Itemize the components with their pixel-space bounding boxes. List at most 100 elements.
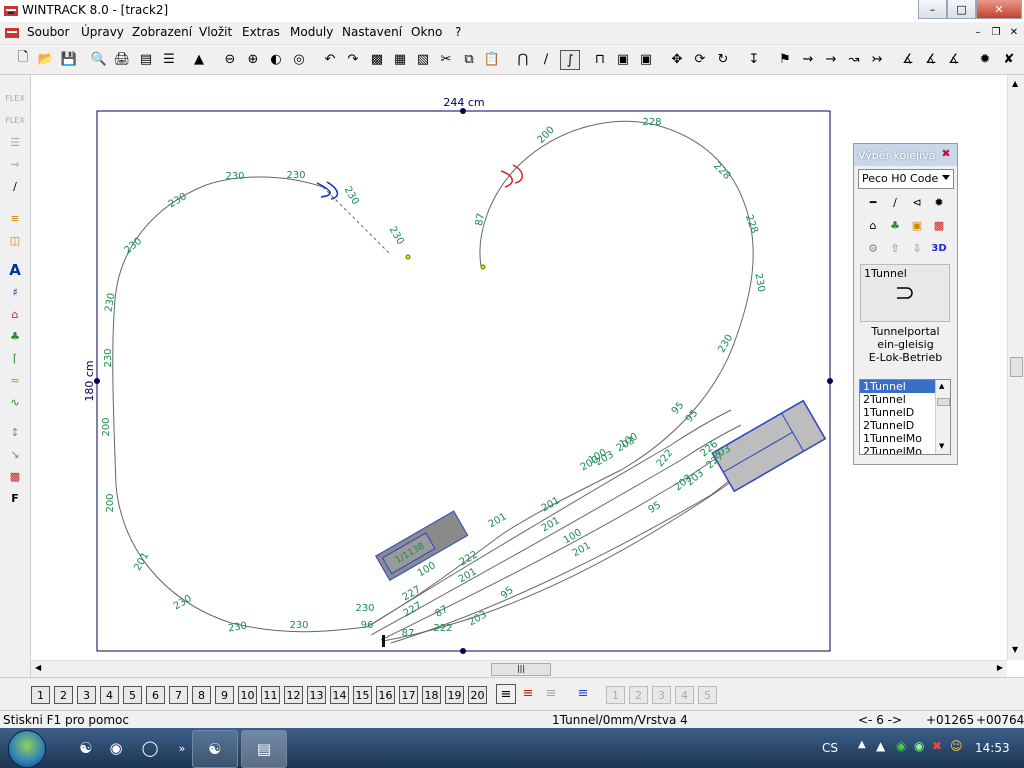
tunnel-portal-left[interactable] [316, 181, 339, 200]
platform-icon[interactable]: ▩ [930, 217, 948, 233]
layer-17-button[interactable]: 17 [399, 686, 418, 704]
group-icon[interactable]: ▦ [391, 50, 409, 68]
scroll-up-arrow[interactable]: ▲ [1012, 79, 1018, 88]
open-icon[interactable]: 📂 [37, 50, 55, 68]
show-more-icon[interactable]: » [170, 736, 194, 760]
layer-13-button[interactable]: 13 [307, 686, 326, 704]
catenary-icon[interactable]: ⚙ [864, 240, 882, 256]
menu-nastaveni[interactable]: Nastavení [342, 25, 402, 39]
layer-6-button[interactable]: 6 [146, 686, 165, 704]
list-scroll-thumb[interactable] [937, 398, 950, 406]
layer-9-button[interactable]: 9 [215, 686, 234, 704]
mdi-restore-button[interactable]: ❐ [988, 24, 1004, 40]
track-tool-b-icon[interactable]: → [822, 50, 840, 68]
crosshair-icon[interactable]: ✹ [976, 50, 994, 68]
document-icon[interactable] [4, 25, 20, 41]
track-end-point-right[interactable] [480, 264, 486, 270]
layer-move-icon[interactable]: ▣ [614, 50, 632, 68]
internet-explorer-icon[interactable]: ☯ [74, 736, 98, 760]
language-indicator[interactable]: CS [822, 741, 838, 755]
tray-alert-icon[interactable]: ✖ [932, 739, 942, 753]
turntable-icon[interactable]: ✹ [930, 194, 948, 210]
undo-icon[interactable]: ↶ [321, 50, 339, 68]
layer-5-button[interactable]: 5 [123, 686, 142, 704]
view-4-button[interactable]: 4 [675, 686, 694, 704]
paste-icon[interactable]: 📋 [483, 50, 501, 68]
track-draw-tool-icon[interactable]: ∕ [5, 177, 25, 195]
save-icon[interactable]: 💾 [60, 50, 78, 68]
layer-8-button[interactable]: 8 [192, 686, 211, 704]
layer-19-button[interactable]: 19 [445, 686, 464, 704]
eraser-icon[interactable]: ✘ [1000, 50, 1018, 68]
fence-tool-icon[interactable]: ⌈ [5, 349, 25, 367]
taskbar-wintrack-window[interactable]: ▤ [241, 730, 287, 768]
tray-smiley-icon[interactable]: ☺ [950, 739, 963, 753]
layer-18-button[interactable]: 18 [422, 686, 441, 704]
layer-4-button[interactable]: 4 [100, 686, 119, 704]
view-3-button[interactable]: 3 [652, 686, 671, 704]
curve-track-icon[interactable]: ∕ [886, 194, 904, 210]
rotate-180-icon[interactable]: ↻ [714, 50, 732, 68]
layer-3-button[interactable]: 3 [77, 686, 96, 704]
menu-vlozit[interactable]: Vložit [199, 25, 232, 39]
menu-okno[interactable]: Okno [411, 25, 442, 39]
menu-zobrazeni[interactable]: Zobrazení [132, 25, 192, 39]
layer-15-button[interactable]: 15 [353, 686, 372, 704]
menu-help[interactable]: ? [455, 25, 461, 39]
layer-20-button[interactable]: 20 [468, 686, 487, 704]
rail-tool-icon[interactable]: ☰ [5, 133, 25, 151]
rotate-icon[interactable]: ⟳ [691, 50, 709, 68]
station-building[interactable] [711, 399, 827, 493]
track-end-point-left[interactable] [405, 254, 411, 260]
menu-upravy[interactable]: Úpravy [81, 25, 124, 39]
layer-16-button[interactable]: 16 [376, 686, 395, 704]
layers-red-icon[interactable]: ≡ [519, 684, 537, 702]
track-item-list[interactable]: 1Tunnel 2Tunnel 1TunnelD 2TunnelD 1Tunne… [859, 379, 951, 455]
tree-tool-icon[interactable]: ♣ [5, 327, 25, 345]
bridge-icon[interactable]: ⊓ [591, 50, 609, 68]
track-tool-d-icon[interactable]: ↣ [868, 50, 886, 68]
straight-track-icon[interactable]: ━ [864, 194, 882, 210]
layers-stack-icon[interactable]: ≡ [574, 684, 592, 702]
horizontal-scroll-thumb[interactable]: ||| [491, 663, 551, 676]
house-tool-icon[interactable]: ⌂ [5, 305, 25, 323]
scroll-right-arrow[interactable]: ▶ [997, 663, 1003, 672]
export-icon[interactable]: ⇩ [908, 240, 926, 256]
flex-track-tool-icon[interactable]: FLEX [5, 89, 25, 107]
station-icon[interactable]: ▣ [908, 217, 926, 233]
building-icon[interactable]: ⌂ [864, 217, 882, 233]
layer-7-button[interactable]: 7 [169, 686, 188, 704]
turnout-tool-icon[interactable]: ⇝ [5, 155, 25, 173]
panel-close-icon[interactable]: ✖ [940, 148, 952, 160]
height-icon[interactable]: ↧ [745, 50, 763, 68]
redo-icon[interactable]: ↷ [344, 50, 362, 68]
taskbar-ie-window[interactable]: ☯ [192, 730, 238, 768]
vertical-scrollbar[interactable]: ▲ ▼ [1007, 75, 1024, 660]
layer-10-button[interactable]: 10 [238, 686, 257, 704]
maximize-button[interactable]: □ [947, 0, 976, 19]
layers-hidden-icon[interactable]: ≡ [542, 684, 560, 702]
slope-tool-icon[interactable]: ↘ [5, 445, 25, 463]
layer-2-button[interactable]: 2 [54, 686, 73, 704]
clock[interactable]: 14:53 [975, 741, 1010, 755]
measure-c-icon[interactable]: ∡ [945, 50, 963, 68]
track-split-icon[interactable]: ⋂ [514, 50, 532, 68]
close-button[interactable]: ✕ [976, 0, 1022, 19]
layer-copy-icon[interactable]: ▣ [637, 50, 655, 68]
print-preview-icon[interactable]: 🔍 [90, 50, 108, 68]
opera-icon[interactable]: ◯ [138, 736, 162, 760]
move-icon[interactable]: ✥ [668, 50, 686, 68]
cut-icon[interactable]: ✂ [437, 50, 455, 68]
menu-extras[interactable]: Extras [242, 25, 280, 39]
frame-handle-right[interactable] [827, 378, 833, 384]
vertical-scroll-thumb[interactable] [1010, 357, 1023, 377]
list-item[interactable]: 1Tunnel [860, 380, 936, 393]
platform-tool-icon[interactable]: ≡ [5, 209, 25, 227]
layer-14-button[interactable]: 14 [330, 686, 349, 704]
properties-icon[interactable]: ▩ [368, 50, 386, 68]
track-bend-icon[interactable]: ∕ [537, 50, 555, 68]
list-scroll-up-arrow[interactable]: ▲ [939, 382, 944, 390]
print-icon[interactable]: 🖨 [113, 50, 131, 68]
layer-11-button[interactable]: 11 [261, 686, 280, 704]
measure-b-icon[interactable]: ∡ [922, 50, 940, 68]
